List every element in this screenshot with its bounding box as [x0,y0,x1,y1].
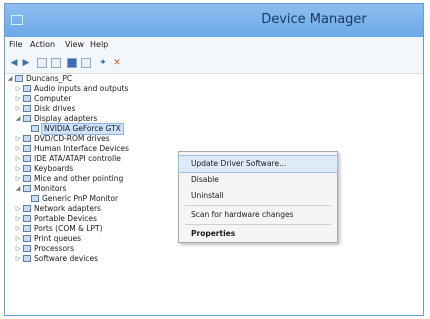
uninstall-menu-item[interactable]: Uninstall [179,188,337,204]
menu-action[interactable]: Action [30,40,55,49]
mouse-icon [23,175,31,182]
help-icon[interactable] [51,58,61,68]
menu-file[interactable]: File [9,40,22,49]
scan-hardware-menu-item[interactable]: Scan for hardware changes [179,207,337,223]
toolbar: ◀ ▶ ✦ ✕ [5,55,423,74]
expand-icon[interactable]: ▷ [15,234,21,244]
menu-help[interactable]: Help [90,40,108,49]
expand-icon[interactable]: ▷ [15,244,21,254]
window-title: Device Manager [261,12,367,27]
expand-icon[interactable]: ▷ [15,144,21,154]
expand-icon[interactable]: ▷ [15,224,21,234]
monitor-icon [31,195,39,202]
back-arrow-icon[interactable]: ◀ [9,58,19,68]
ide-controller-icon [23,155,31,162]
scan-hardware-icon[interactable] [67,58,77,68]
disable-menu-item[interactable]: Disable [179,172,337,188]
expand-icon[interactable]: ▷ [15,174,21,184]
update-driver-icon[interactable] [81,58,91,68]
computer-icon [15,75,23,82]
disable-icon[interactable]: ✕ [112,58,122,68]
portable-device-icon [23,215,31,222]
menu-separator [185,205,331,206]
collapse-icon[interactable]: ◢ [15,184,21,194]
expand-icon[interactable]: ▷ [15,94,21,104]
speaker-icon [23,85,31,92]
hid-icon [23,145,31,152]
monitor-icon [23,185,31,192]
expand-icon[interactable]: ▷ [15,214,21,224]
collapse-icon[interactable]: ◢ [15,114,21,124]
expand-icon[interactable]: ▷ [15,164,21,174]
title-bar[interactable]: Device Manager [5,4,423,37]
display-adapter-icon [31,125,39,132]
computer-icon [23,95,31,102]
expand-icon[interactable]: ▷ [15,254,21,264]
properties-icon[interactable] [37,58,47,68]
uninstall-icon[interactable]: ✦ [98,58,108,68]
update-driver-menu-item[interactable]: Update Driver Software... [178,155,338,173]
context-menu: Update Driver Software... Disable Uninst… [178,151,338,243]
device-manager-window: Device Manager File Action View Help ◀ ▶… [4,3,424,316]
menu-view[interactable]: View [65,40,84,49]
disk-drive-icon [23,105,31,112]
printer-icon [23,235,31,242]
keyboard-icon [23,165,31,172]
network-adapter-icon [23,205,31,212]
expand-icon[interactable]: ▷ [15,154,21,164]
properties-menu-item[interactable]: Properties [179,226,337,242]
display-adapter-icon [23,115,31,122]
expand-icon[interactable]: ▷ [15,204,21,214]
software-device-icon [23,255,31,262]
collapse-icon[interactable]: ◢ [7,74,13,84]
processor-icon [23,245,31,252]
forward-arrow-icon[interactable]: ▶ [21,58,31,68]
expand-icon[interactable]: ▷ [15,84,21,94]
port-icon [23,225,31,232]
menu-bar: File Action View Help [5,37,423,55]
expand-icon[interactable]: ▷ [15,104,21,114]
menu-separator [185,224,331,225]
dvd-drive-icon [23,135,31,142]
expand-icon[interactable]: ▷ [15,134,21,144]
